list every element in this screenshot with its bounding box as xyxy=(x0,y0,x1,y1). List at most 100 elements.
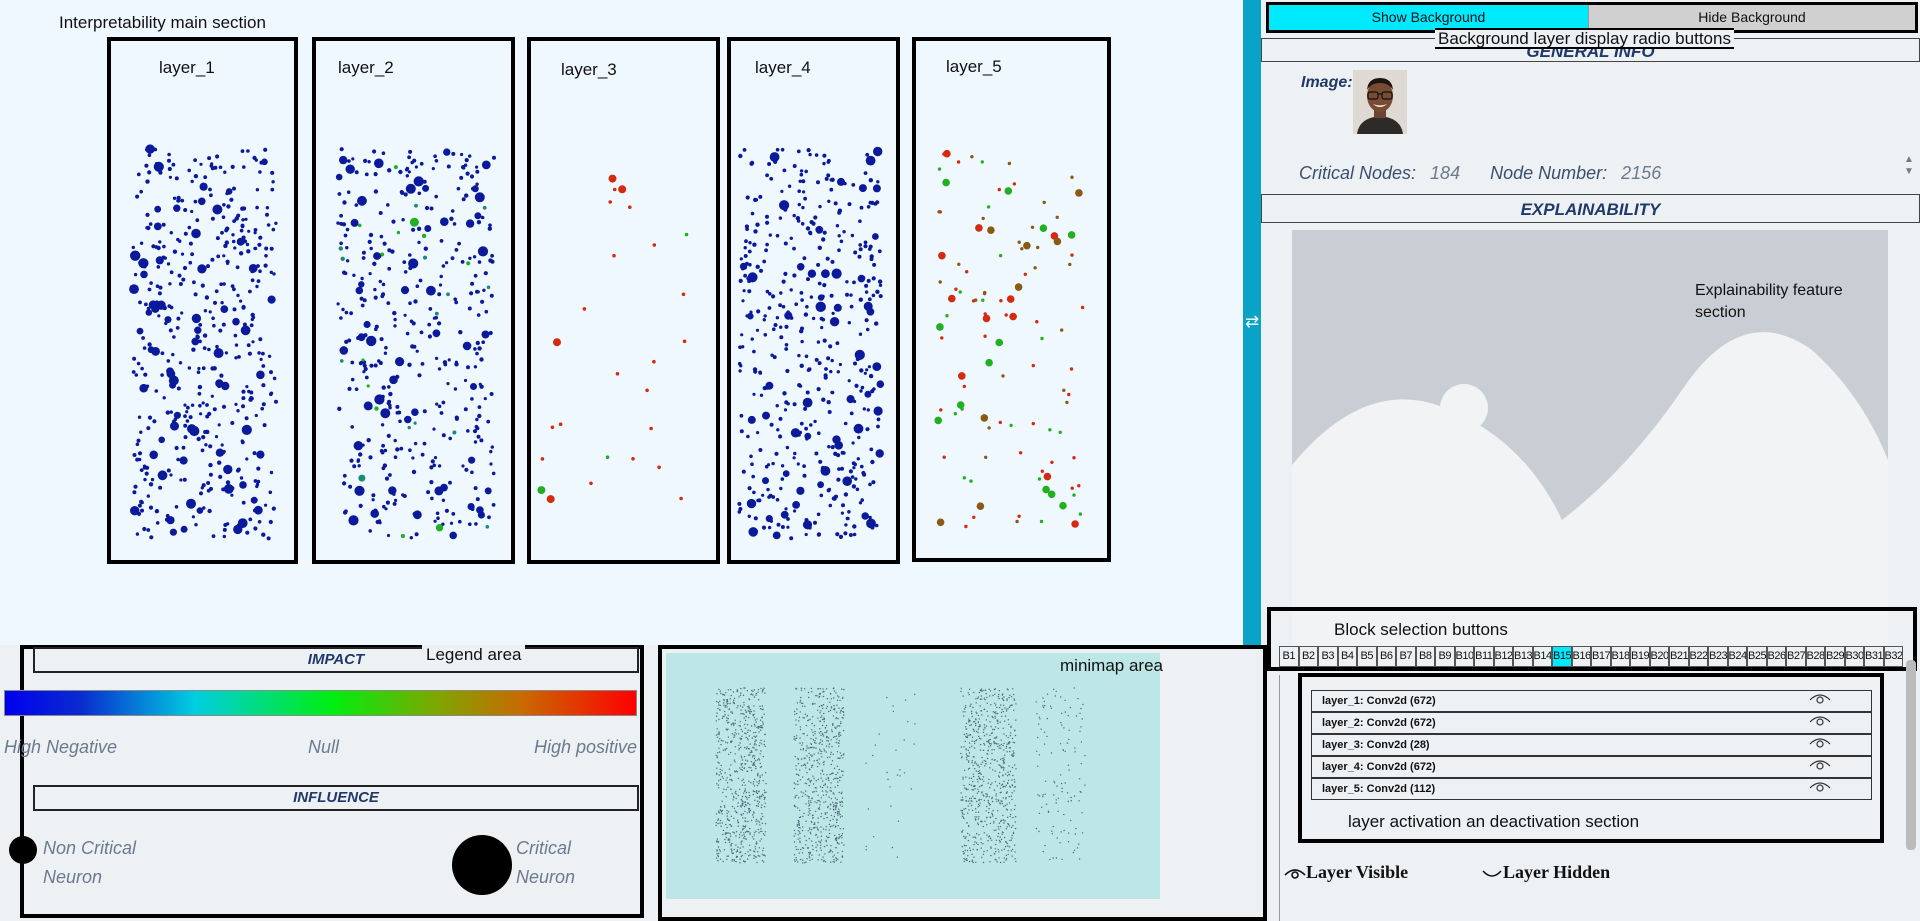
neuron-dot[interactable] xyxy=(414,532,419,537)
neuron-dot[interactable] xyxy=(168,328,173,333)
neuron-dot[interactable] xyxy=(1031,363,1035,368)
neuron-dot[interactable] xyxy=(766,487,770,492)
neuron-dot[interactable] xyxy=(857,254,862,259)
neuron-dot[interactable] xyxy=(175,326,180,330)
neuron-dot[interactable] xyxy=(739,429,744,434)
neuron-dot[interactable] xyxy=(773,159,778,164)
neuron-dot[interactable] xyxy=(152,419,157,424)
neuron-dot[interactable] xyxy=(147,287,152,292)
block-button-b4[interactable]: B4 xyxy=(1337,646,1357,667)
neuron-dot[interactable] xyxy=(225,480,231,485)
neuron-dot[interactable] xyxy=(1031,421,1035,426)
neuron-dot[interactable] xyxy=(483,397,487,401)
neuron-dot[interactable] xyxy=(848,533,853,537)
neuron-dot[interactable] xyxy=(169,528,177,536)
neuron-dot[interactable] xyxy=(481,330,490,339)
neuron-dot[interactable] xyxy=(1035,320,1039,324)
neuron-dot[interactable] xyxy=(741,469,746,474)
neuron-dot[interactable] xyxy=(149,450,158,460)
neuron-dot[interactable] xyxy=(983,290,987,295)
neuron-dot[interactable] xyxy=(437,292,442,297)
neuron-dot[interactable] xyxy=(199,412,203,416)
neuron-dot[interactable] xyxy=(1070,175,1074,179)
neuron-dot[interactable] xyxy=(737,361,742,366)
neuron-dot[interactable] xyxy=(423,255,427,260)
neuron-dot[interactable] xyxy=(261,402,266,407)
neuron-dot[interactable] xyxy=(209,193,213,198)
neuron-dot[interactable] xyxy=(157,470,168,481)
neuron-dot[interactable] xyxy=(753,516,758,521)
neuron-dot[interactable] xyxy=(819,493,824,498)
neuron-dot[interactable] xyxy=(468,154,472,158)
neuron-dot[interactable] xyxy=(392,492,396,496)
neuron-dot[interactable] xyxy=(236,468,240,473)
neuron-dot[interactable] xyxy=(254,413,258,418)
neuron-dot[interactable] xyxy=(796,486,805,495)
neuron-dot[interactable] xyxy=(451,512,456,516)
neuron-dot[interactable] xyxy=(840,450,845,455)
block-button-b5[interactable]: B5 xyxy=(1357,646,1377,667)
neuron-dot[interactable] xyxy=(441,400,446,405)
neuron-dot[interactable] xyxy=(430,496,434,501)
neuron-dot[interactable] xyxy=(608,174,617,183)
neuron-dot[interactable] xyxy=(843,531,848,536)
neuron-dot[interactable] xyxy=(381,292,386,297)
neuron-dot[interactable] xyxy=(748,241,752,245)
neuron-dot[interactable] xyxy=(258,269,262,273)
neuron-dot[interactable] xyxy=(865,368,869,372)
neuron-dot[interactable] xyxy=(847,202,852,207)
neuron-dot[interactable] xyxy=(793,509,797,513)
neuron-dot[interactable] xyxy=(1067,231,1076,239)
neuron-dot[interactable] xyxy=(269,370,273,375)
neuron-dot[interactable] xyxy=(160,373,164,377)
neuron-dot[interactable] xyxy=(423,246,428,251)
neuron-dot[interactable] xyxy=(420,452,425,457)
neuron-dot[interactable] xyxy=(454,300,459,305)
neuron-dot[interactable] xyxy=(875,289,880,294)
neuron-dot[interactable] xyxy=(803,196,807,201)
neuron-dot[interactable] xyxy=(937,167,942,171)
neuron-dot[interactable] xyxy=(477,260,482,264)
neuron-dot[interactable] xyxy=(202,333,208,338)
neuron-dot[interactable] xyxy=(382,463,388,468)
neuron-dot[interactable] xyxy=(186,405,190,410)
neuron-dot[interactable] xyxy=(789,236,793,240)
neuron-dot[interactable] xyxy=(366,384,370,388)
neuron-dot[interactable] xyxy=(775,147,780,152)
neuron-dot[interactable] xyxy=(258,235,263,240)
neuron-dot[interactable] xyxy=(872,262,877,267)
neuron-dot[interactable] xyxy=(464,158,469,163)
neuron-dot[interactable] xyxy=(253,505,263,515)
neuron-dot[interactable] xyxy=(173,411,181,419)
neuron-dot[interactable] xyxy=(853,250,858,255)
neuron-dot[interactable] xyxy=(166,262,171,266)
neuron-dot[interactable] xyxy=(476,434,481,439)
neuron-dot[interactable] xyxy=(390,249,395,254)
neuron-dot[interactable] xyxy=(179,456,188,465)
info-scroll-arrows-icon[interactable]: ▲ ▼ xyxy=(1904,154,1914,178)
neuron-dot[interactable] xyxy=(405,183,416,194)
neuron-dot[interactable] xyxy=(240,223,245,228)
neuron-dot[interactable] xyxy=(357,333,366,342)
neuron-dot[interactable] xyxy=(434,159,439,163)
neuron-dot[interactable] xyxy=(789,316,794,320)
neuron-dot[interactable] xyxy=(239,299,243,303)
neuron-dot[interactable] xyxy=(432,427,436,431)
neuron-dot[interactable] xyxy=(233,246,237,250)
neuron-dot[interactable] xyxy=(940,336,944,340)
neuron-dot[interactable] xyxy=(799,172,804,177)
neuron-dot[interactable] xyxy=(348,515,359,526)
neuron-dot[interactable] xyxy=(750,211,755,216)
neuron-dot[interactable] xyxy=(248,517,253,522)
neuron-dot[interactable] xyxy=(792,273,797,278)
neuron-dot[interactable] xyxy=(257,242,262,247)
neuron-dot[interactable] xyxy=(803,406,808,411)
block-button-b24[interactable]: B24 xyxy=(1727,646,1747,667)
neuron-dot[interactable] xyxy=(154,509,160,514)
neuron-dot[interactable] xyxy=(162,306,167,311)
neuron-dot[interactable] xyxy=(876,424,880,429)
neuron-dot[interactable] xyxy=(980,414,989,422)
neuron-dot[interactable] xyxy=(829,187,834,192)
neuron-dot[interactable] xyxy=(652,243,657,247)
neuron-dot[interactable] xyxy=(857,435,861,440)
